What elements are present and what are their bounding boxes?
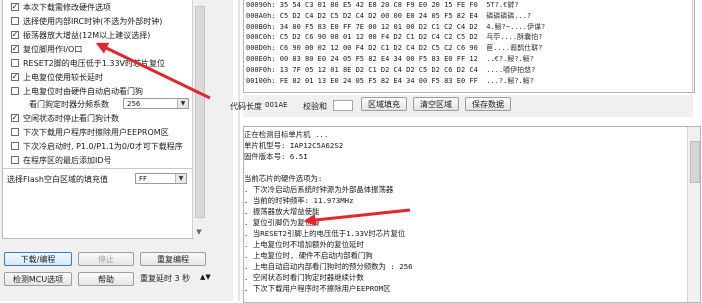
scroll-down-icon[interactable]: ▼	[195, 228, 203, 236]
option-row[interactable]: ✓ 空闲状态时停止看门狗计数	[11, 112, 119, 124]
flash-fill-select[interactable]: FF ▼	[135, 173, 187, 184]
code-length-value: 001AE	[265, 101, 288, 109]
hardware-options-list: ✓ 本次下载需修改硬件选项 选择使用内部IRC时钟(不选为外部时钟) ✓ 振荡器…	[2, 0, 194, 239]
log-line: . 振荡器放大增益使能	[244, 207, 320, 216]
separator	[3, 168, 193, 169]
log-line: . 上电复位时, 硬件不启动内部看门狗	[244, 251, 373, 260]
chevron-down-icon: ▼	[175, 174, 186, 183]
stop-button[interactable]: 停止	[78, 252, 134, 266]
option-label: 在程序区的最后添加ID号	[23, 155, 112, 165]
checkbox[interactable]: ✓	[11, 114, 19, 122]
checkbox[interactable]	[11, 156, 19, 164]
option-row[interactable]: 在程序区的最后添加ID号	[11, 154, 112, 166]
hex-line: 000B0h: 34 00 F5 83 E0 FF 7E 00 12 01 00…	[246, 22, 546, 31]
log-line: . 复位引脚仍为复位脚	[244, 218, 320, 227]
option-label: 本次下载需修改硬件选项	[23, 2, 111, 12]
option-row[interactable]: 下次冷启动时, P1.0/P1.1为0/0才可下载程序	[11, 140, 183, 152]
watchdog-prescaler-label: 看门狗定时器分频系数	[29, 100, 109, 109]
checkbox[interactable]: ✓	[11, 31, 19, 39]
flash-fill-value: FF	[139, 174, 148, 183]
option-label: RESET2脚的电压低于1.33V时芯片复位	[23, 58, 166, 68]
detect-mcu-options-button[interactable]: 检测MCU选项	[4, 272, 72, 286]
download-program-button[interactable]: 下载/编程	[4, 252, 72, 266]
option-row[interactable]: ✓ 上电复位使用较长延时	[11, 71, 103, 83]
checksum-label: 校验和	[303, 102, 327, 111]
log-line: . 当前的时钟频率: 11.973MHz	[244, 196, 354, 205]
options-panel: ✓ 本次下载需修改硬件选项 选择使用内部IRC时钟(不选为外部时钟) ✓ 振荡器…	[0, 0, 233, 301]
reprogram-button[interactable]: 重复编程	[140, 252, 206, 266]
hex-toolbar: 代码长度 001AE 校验和 区域填充 清空区域 保存数据	[230, 95, 693, 117]
options-scrollbar[interactable]: ▼	[192, 0, 205, 238]
log-line: . 下次冷启动后系统时钟源为外部晶体振荡器	[244, 185, 394, 194]
checkbox[interactable]: ✓	[11, 73, 19, 81]
checkbox[interactable]: ✓	[11, 45, 19, 53]
checkbox[interactable]	[11, 59, 19, 67]
option-row[interactable]: 选择使用内部IRC时钟(不选为外部时钟)	[11, 15, 162, 27]
code-length-label: 代码长度	[230, 102, 262, 111]
log-line: 正在检测目标单片机 ...	[244, 130, 329, 139]
hex-scrollbar[interactable]	[692, 0, 694, 92]
status-log[interactable]: 正在检测目标单片机 ... 单片机型号: IAP12C5A62S2 固件版本号:…	[243, 126, 701, 303]
checkbox[interactable]	[11, 128, 19, 136]
option-label: 选择使用内部IRC时钟(不选为外部时钟)	[23, 16, 163, 26]
option-label: 复位脚用作I/O口	[23, 44, 83, 54]
fill-area-button[interactable]: 区域填充	[361, 97, 407, 111]
checkbox[interactable]	[11, 87, 19, 95]
hex-line: 00100h: FE 02 01 13 E0 24 05 F5 82 E4 34…	[246, 76, 534, 85]
log-line: . 上电复位时不增加额外的复位延时	[244, 240, 364, 249]
option-row[interactable]: RESET2脚的电压低于1.33V时芯片复位	[11, 57, 165, 69]
chevron-down-icon: ▼	[177, 99, 188, 108]
checkbox[interactable]: ✓	[11, 3, 19, 11]
pane-divider[interactable]	[238, 0, 240, 301]
hex-line: 000C0h: C5 D2 C6 90 00 01 12 00 F4 D2 C1…	[246, 33, 543, 42]
option-label: 上电复位时由硬件自动启动看门狗	[23, 86, 143, 96]
option-row[interactable]: ✓ 复位脚用作I/O口	[11, 43, 82, 55]
clear-area-button[interactable]: 清空区域	[413, 97, 459, 111]
watchdog-prescaler-select[interactable]: 256 ▼	[123, 98, 189, 109]
option-label: 下次冷启动时, P1.0/P1.1为0/0才可下载程序	[23, 141, 183, 151]
log-line: 固件版本号: 6.5I	[244, 152, 308, 161]
save-data-button[interactable]: 保存数据	[465, 97, 511, 111]
hex-line: 000F0h: 13 7F 05 12 01 8E D2 C1 D2 C4 D2…	[246, 65, 536, 74]
option-row[interactable]: 下次下载用户程序时擦除用户EEPROM区	[11, 126, 169, 138]
hex-line: 00090h: 35 54 C3 01 80 E5 42 E8 20 C8 F9…	[246, 1, 519, 9]
hex-line: 000D0h: C6 90 00 02 12 00 F4 D2 C1 D2 C4…	[246, 44, 543, 53]
scrollbar-thumb[interactable]	[195, 6, 205, 218]
log-line: 单片机型号: IAP12C5A62S2	[244, 141, 344, 150]
option-label: 下次下载用户程序时擦除用户EEPROM区	[23, 127, 169, 137]
log-scrollbar[interactable]	[687, 127, 700, 302]
option-row[interactable]: 上电复位时由硬件自动启动看门狗	[11, 85, 143, 97]
help-button[interactable]: 帮助	[78, 272, 134, 286]
log-line: 当前芯片的硬件选项为:	[244, 174, 323, 183]
scrollbar-thumb[interactable]	[690, 141, 700, 183]
retry-delay-label: 重复延时 3 秒	[140, 274, 191, 283]
hex-line: 000A0h: C5 D2 C4 D2 C5 D2 C4 D2 00 00 E0…	[246, 11, 532, 20]
watchdog-prescaler-value: 256	[127, 99, 141, 108]
option-label: 振荡器放大增益(12M以上建议选择)	[23, 30, 151, 40]
option-label: 上电复位使用较长延时	[23, 72, 103, 82]
option-label: 空闲状态时停止看门狗计数	[23, 113, 119, 123]
log-line: . 上电自动启动内部看门狗时的预分频数为 : 256	[244, 262, 413, 271]
log-line: . 当RESET2引脚上的电压低于1.33V时芯片复位	[244, 229, 406, 238]
hex-data-view[interactable]: 00090h: 35 54 C3 01 80 E5 42 E8 20 C8 F9…	[243, 0, 695, 93]
hex-line: 000E0h: 00 03 80 E0 24 05 F5 82 E4 34 00…	[246, 54, 534, 63]
option-row[interactable]: ✓ 振荡器放大增益(12M以上建议选择)	[11, 29, 150, 41]
log-line: . 空闲状态时看门狗定时器继续计数	[244, 273, 364, 282]
log-line: . 下次下载用户程序时不擦除用户EEPROM区	[244, 284, 391, 293]
checkbox[interactable]	[11, 142, 19, 150]
checksum-field	[333, 100, 353, 111]
option-row[interactable]: ✓ 本次下载需修改硬件选项	[11, 1, 111, 13]
spin-arrows-icon[interactable]: ▲▼	[200, 273, 211, 281]
checkbox[interactable]	[11, 17, 19, 25]
flash-fill-label: 选择Flash空白区域的填充值	[7, 175, 108, 184]
